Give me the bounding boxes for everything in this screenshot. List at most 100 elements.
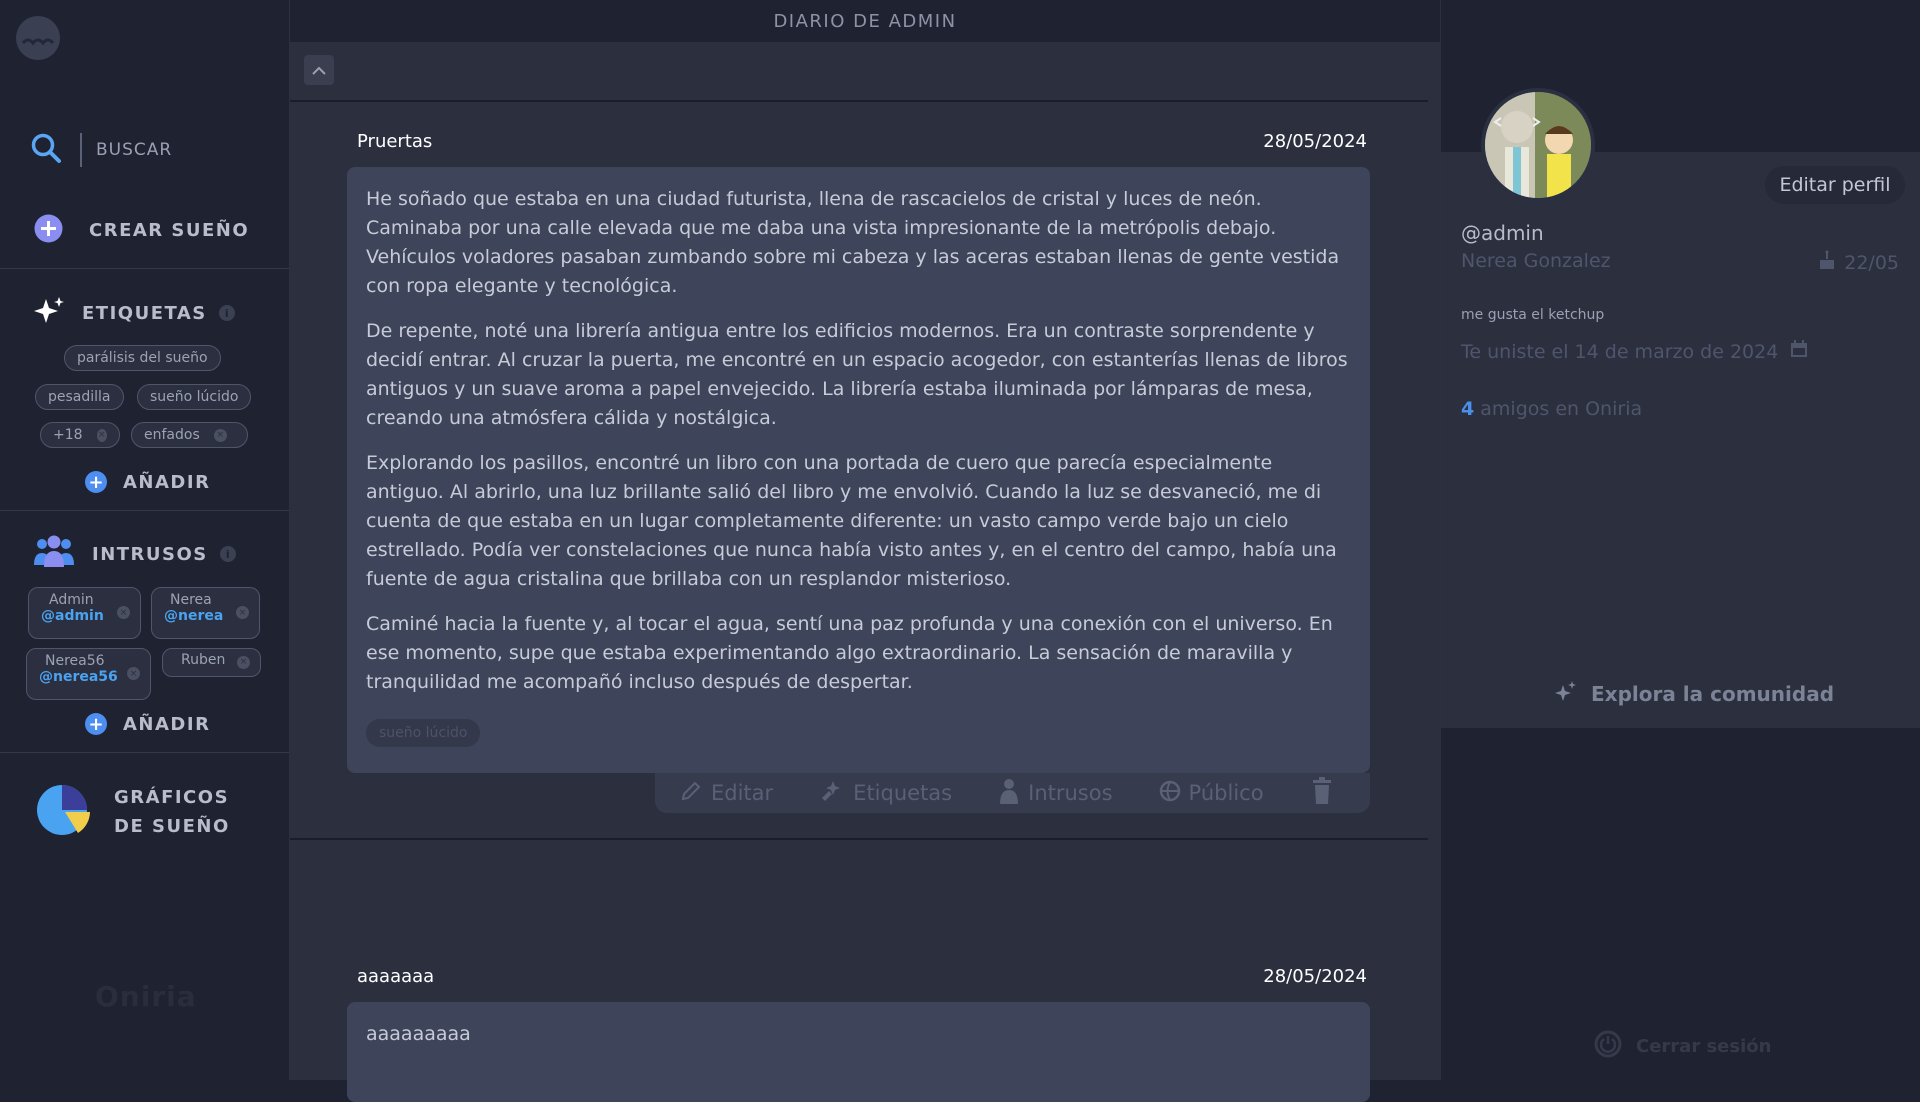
close-icon[interactable]: × bbox=[213, 428, 227, 442]
profile-name: Nerea Gonzalez bbox=[1461, 250, 1611, 272]
create-dream-button[interactable]: CREAR SUEÑO bbox=[34, 214, 249, 247]
profile-birthday: 22/05 bbox=[1818, 250, 1899, 275]
plus-circle-icon: + bbox=[85, 713, 107, 735]
dream-card[interactable]: He soñado que estaba en una ciudad futur… bbox=[347, 167, 1370, 773]
dream-charts-label-line2: DE SUEÑO bbox=[114, 815, 230, 837]
intruder-chip[interactable]: Nerea @nerea × bbox=[151, 587, 260, 639]
dream-date: 28/05/2024 bbox=[1263, 966, 1367, 987]
intruder-name: Nerea bbox=[170, 592, 212, 608]
cake-icon bbox=[1818, 250, 1836, 275]
logout-label: Cerrar sesión bbox=[1636, 1036, 1772, 1057]
dream-paragraph: aaaaaaaaa bbox=[366, 1023, 471, 1045]
tag-chip[interactable]: pesadilla bbox=[35, 384, 124, 410]
friends-number: 4 bbox=[1461, 398, 1475, 420]
sidebar-divider bbox=[0, 268, 289, 269]
edit-label: Editar bbox=[711, 781, 774, 805]
tags-section-header: ETIQUETAS i bbox=[34, 295, 235, 331]
intruders-label: Intrusos bbox=[1028, 781, 1113, 805]
separator bbox=[290, 838, 1428, 840]
friends-count[interactable]: 4 amigos en Oniria bbox=[1461, 398, 1642, 420]
tag-chip[interactable]: sueño lúcido bbox=[137, 384, 252, 410]
intruders-button[interactable]: Intrusos bbox=[998, 778, 1113, 809]
globe-icon bbox=[1159, 780, 1189, 807]
tag-icon bbox=[819, 778, 853, 809]
close-icon[interactable]: × bbox=[127, 667, 140, 680]
users-icon bbox=[34, 535, 74, 573]
intruder-handle: @admin bbox=[41, 608, 104, 624]
brand-logo: Oniria bbox=[95, 980, 197, 1013]
dream-paragraph: He soñado que estaba en una ciudad futur… bbox=[366, 188, 1340, 297]
edit-button[interactable]: Editar bbox=[679, 779, 773, 808]
info-icon[interactable]: i bbox=[219, 546, 236, 562]
tags-button[interactable]: Etiquetas bbox=[819, 778, 952, 809]
dream-action-bar: Editar Etiquetas Intrusos Público bbox=[655, 773, 1370, 813]
public-label: Público bbox=[1188, 781, 1264, 805]
public-button[interactable]: Público bbox=[1159, 780, 1264, 807]
joined-text: Te uniste el 14 de marzo de 2024 bbox=[1461, 340, 1779, 363]
profile-joined: Te uniste el 14 de marzo de 2024 bbox=[1461, 340, 1808, 363]
separator bbox=[290, 100, 1428, 102]
power-icon bbox=[1594, 1030, 1622, 1063]
page-title: DIARIO DE ADMIN bbox=[290, 0, 1440, 42]
tag-label: enfados bbox=[144, 427, 200, 443]
sidebar-divider bbox=[0, 510, 289, 511]
dream-title[interactable]: aaaaaaa bbox=[357, 966, 434, 987]
logout-button[interactable]: Cerrar sesión bbox=[1594, 1030, 1771, 1063]
tags-label: Etiquetas bbox=[853, 781, 953, 805]
close-icon[interactable]: × bbox=[237, 655, 250, 669]
user-icon bbox=[998, 778, 1028, 809]
avatar[interactable] bbox=[1481, 88, 1595, 202]
tag-label: pesadilla bbox=[48, 389, 111, 405]
intruders-section-header: INTRUSOS i bbox=[34, 535, 236, 573]
tag-label: parálisis del sueño bbox=[77, 350, 208, 366]
add-tag-button[interactable]: + AÑADIR bbox=[85, 471, 210, 493]
dream-paragraph: De repente, noté una librería antigua en… bbox=[366, 320, 1348, 429]
dream-charts-label-line1: GRÁFICOS bbox=[114, 786, 230, 808]
moon-logo-icon[interactable] bbox=[15, 15, 61, 61]
close-icon[interactable]: × bbox=[96, 428, 107, 442]
search-cursor bbox=[80, 133, 82, 167]
add-intruder-button[interactable]: + AÑADIR bbox=[85, 713, 210, 735]
pie-chart-icon bbox=[34, 781, 91, 842]
dream-tag[interactable]: sueño lúcido bbox=[366, 719, 481, 747]
profile-panel: Editar perfil @admin Nerea Gonzalez 22/0… bbox=[1440, 0, 1920, 1080]
tag-chip[interactable]: enfados × bbox=[131, 422, 248, 448]
search-icon[interactable] bbox=[30, 132, 62, 168]
edit-profile-button[interactable]: Editar perfil bbox=[1765, 166, 1905, 204]
search-bar bbox=[30, 130, 270, 170]
collapse-button[interactable] bbox=[304, 55, 334, 85]
create-dream-label: CREAR SUEÑO bbox=[89, 220, 250, 241]
tag-chip[interactable]: +18 × bbox=[40, 422, 120, 448]
plus-circle-icon: + bbox=[85, 471, 107, 493]
intruder-chip[interactable]: Ruben × bbox=[162, 648, 261, 677]
dream-header: aaaaaaa 28/05/2024 bbox=[357, 966, 1367, 987]
explore-label: Explora la comunidad bbox=[1591, 681, 1835, 706]
birthday-value: 22/05 bbox=[1844, 251, 1899, 274]
intruder-name: Admin bbox=[49, 592, 94, 608]
close-icon[interactable]: × bbox=[117, 606, 130, 619]
intruder-chip[interactable]: Nerea56 @nerea56 × bbox=[26, 648, 151, 700]
explore-community-button[interactable]: Explora la comunidad bbox=[1555, 680, 1834, 707]
search-input[interactable] bbox=[94, 139, 248, 161]
dream-header: Pruertas 28/05/2024 bbox=[357, 131, 1367, 152]
sparkle-icon bbox=[1555, 680, 1577, 707]
dream-charts-link[interactable]: GRÁFICOS DE SUEÑO bbox=[34, 781, 230, 842]
delete-button[interactable] bbox=[1310, 776, 1342, 810]
friends-label: amigos en Oniria bbox=[1480, 398, 1643, 420]
profile-bio: me gusta el ketchup bbox=[1461, 307, 1605, 323]
tag-chip[interactable]: parálisis del sueño bbox=[64, 345, 221, 371]
intruders-title: INTRUSOS bbox=[92, 543, 208, 565]
info-icon[interactable]: i bbox=[218, 305, 235, 321]
profile-handle: @admin bbox=[1461, 221, 1544, 245]
intruder-chip[interactable]: Admin @admin × bbox=[28, 587, 141, 639]
add-tag-label: AÑADIR bbox=[123, 471, 211, 493]
intruder-handle: @nerea56 bbox=[39, 669, 118, 685]
dream-paragraph: Explorando los pasillos, encontré un lib… bbox=[366, 452, 1337, 590]
add-intruder-label: AÑADIR bbox=[123, 713, 211, 735]
pencil-icon bbox=[679, 779, 711, 808]
close-icon[interactable]: × bbox=[236, 606, 249, 619]
dream-title[interactable]: Pruertas bbox=[357, 131, 432, 152]
tag-label: sueño lúcido bbox=[150, 389, 239, 405]
sidebar-divider bbox=[0, 752, 289, 753]
dream-card[interactable]: aaaaaaaaa bbox=[347, 1002, 1370, 1102]
